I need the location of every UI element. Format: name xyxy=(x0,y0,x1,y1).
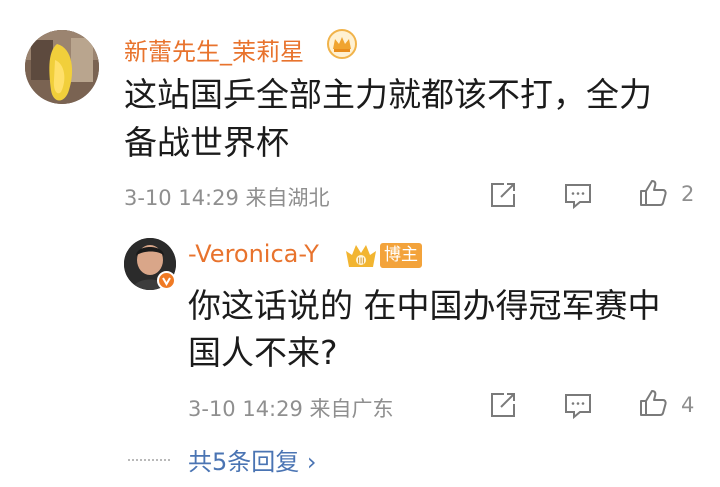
like-icon[interactable] xyxy=(638,388,668,418)
verified-badge-icon xyxy=(157,271,176,290)
comment-text-line2: 备战世界杯 xyxy=(124,123,289,162)
author-badge: 博主 xyxy=(380,243,422,268)
commenter-username[interactable]: 新蕾先生_茉莉星 xyxy=(124,32,304,67)
crown-badge-icon xyxy=(326,28,358,60)
like-icon[interactable] xyxy=(638,178,668,208)
share-icon[interactable] xyxy=(488,390,518,420)
comment-icon[interactable] xyxy=(563,391,593,421)
reply-text-line1: 你这话说的 在中国办得冠军赛中 xyxy=(188,286,661,325)
comment-icon[interactable] xyxy=(563,181,593,211)
crown-level-badge-icon: III xyxy=(344,241,378,271)
share-icon[interactable] xyxy=(488,180,518,210)
commenter-avatar[interactable] xyxy=(25,30,99,104)
svg-text:III: III xyxy=(357,257,364,266)
like-count: 4 xyxy=(681,393,695,417)
thread-divider xyxy=(128,459,170,461)
more-replies-link[interactable]: 共5条回复 › xyxy=(188,442,317,477)
comment-text-line1: 这站国乒全部主力就都该不打，全力 xyxy=(124,75,652,114)
comment-meta: 3-10 14:29 来自湖北 xyxy=(124,186,330,210)
replier-username[interactable]: -Veronica-Y xyxy=(188,240,319,268)
reply-text-line2: 国人不来? xyxy=(188,333,338,372)
like-count: 2 xyxy=(681,182,695,206)
reply-meta: 3-10 14:29 来自广东 xyxy=(188,397,394,421)
